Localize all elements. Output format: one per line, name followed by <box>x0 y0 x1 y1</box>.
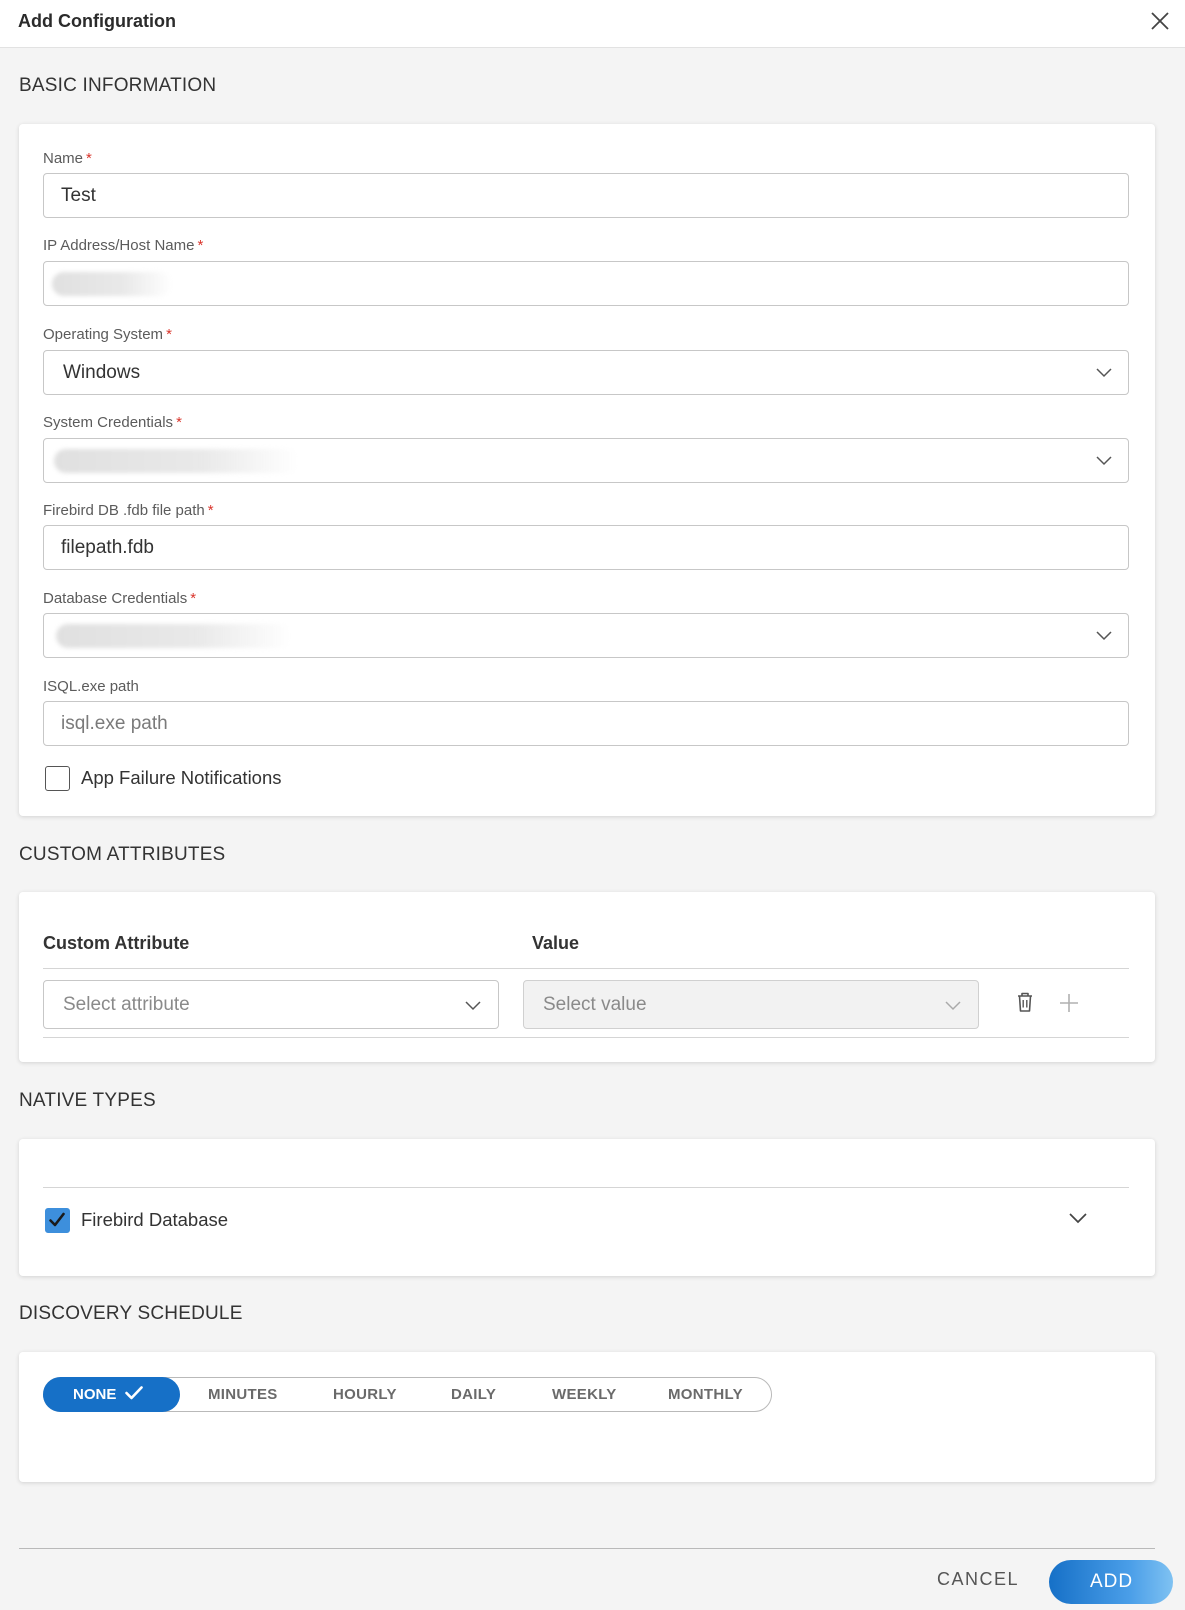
schedule-option-weekly[interactable]: WEEKLY <box>552 1386 617 1403</box>
dbcred-select[interactable] <box>43 613 1129 658</box>
value-placeholder: Select value <box>543 994 647 1015</box>
ip-input[interactable] <box>43 261 1129 306</box>
chevron-down-icon <box>465 1001 481 1011</box>
close-icon[interactable] <box>1149 10 1171 32</box>
plus-icon[interactable] <box>1059 993 1079 1013</box>
syscred-select[interactable] <box>43 438 1129 483</box>
chevron-down-icon <box>1096 456 1112 466</box>
app-failure-checkbox[interactable] <box>45 766 70 791</box>
schedule-option-minutes[interactable]: MINUTES <box>208 1386 278 1403</box>
schedule-option-none[interactable]: NONE <box>43 1377 180 1412</box>
cancel-button[interactable]: CANCEL <box>937 1569 1019 1590</box>
chevron-down-icon <box>1096 631 1112 641</box>
isql-label: ISQL.exe path <box>43 678 139 695</box>
os-label: Operating System * <box>43 326 172 343</box>
section-title-native: NATIVE TYPES <box>19 1090 156 1111</box>
fdb-label: Firebird DB .fdb file path * <box>43 502 214 519</box>
dbcred-label: Database Credentials * <box>43 590 197 607</box>
app-failure-label: App Failure Notifications <box>81 767 282 788</box>
footer-divider <box>19 1548 1155 1549</box>
column-header-value: Value <box>532 933 580 953</box>
schedule-option-hourly[interactable]: HOURLY <box>333 1386 397 1403</box>
syscred-label: System Credentials * <box>43 414 182 431</box>
fdb-path-value: filepath.fdb <box>61 537 154 558</box>
attribute-placeholder: Select attribute <box>63 994 190 1015</box>
chevron-down-icon <box>1096 368 1112 378</box>
schedule-option-label: NONE <box>73 1386 117 1403</box>
divider <box>43 968 1129 969</box>
os-select[interactable]: Windows <box>43 350 1129 395</box>
redacted-value <box>52 272 172 296</box>
schedule-option-monthly[interactable]: MONTHLY <box>668 1386 743 1403</box>
chevron-down-icon <box>945 1001 961 1011</box>
dialog-title: Add Configuration <box>18 11 176 31</box>
discovery-schedule-card: NONE MINUTES HOURLY DAILY WEEKLY MONTHLY <box>19 1352 1155 1482</box>
trash-icon[interactable] <box>1016 991 1034 1013</box>
add-button[interactable]: ADD <box>1049 1560 1173 1604</box>
os-select-value: Windows <box>63 362 141 383</box>
value-select: Select value <box>523 980 979 1029</box>
checkmark-icon <box>49 1212 65 1227</box>
schedule-option-daily[interactable]: DAILY <box>451 1386 496 1403</box>
firebird-database-checkbox[interactable] <box>45 1208 70 1233</box>
native-types-card: Firebird Database <box>19 1139 1155 1276</box>
divider <box>43 1037 1129 1038</box>
redacted-value <box>56 624 291 648</box>
attribute-select[interactable]: Select attribute <box>43 980 499 1029</box>
fdb-path-input[interactable]: filepath.fdb <box>43 525 1129 570</box>
schedule-segmented-control: NONE MINUTES HOURLY DAILY WEEKLY MONTHLY <box>43 1377 772 1412</box>
redacted-value <box>54 449 299 473</box>
divider <box>43 1187 1129 1188</box>
column-header-attribute: Custom Attribute <box>43 933 190 953</box>
firebird-database-label: Firebird Database <box>81 1209 229 1230</box>
isql-path-input[interactable]: isql.exe path <box>43 701 1129 746</box>
chevron-down-icon[interactable] <box>1069 1213 1087 1224</box>
name-label: Name * <box>43 150 92 167</box>
add-button-label: ADD <box>1090 1571 1134 1592</box>
basic-info-card: Name * Test IP Address/Host Name * Operati… <box>19 124 1155 816</box>
section-title-basic: BASIC INFORMATION <box>19 75 217 96</box>
custom-attributes-card: Custom Attribute Value Select attribute … <box>19 892 1155 1062</box>
checkmark-icon <box>125 1386 143 1400</box>
section-title-custom: CUSTOM ATTRIBUTES <box>19 844 226 865</box>
name-input[interactable]: Test <box>43 173 1129 218</box>
isql-path-placeholder: isql.exe path <box>61 713 168 734</box>
section-title-schedule: DISCOVERY SCHEDULE <box>19 1303 243 1324</box>
name-input-value: Test <box>61 185 96 206</box>
ip-label: IP Address/Host Name * <box>43 237 204 254</box>
dialog-header: Add Configuration <box>0 0 1185 48</box>
